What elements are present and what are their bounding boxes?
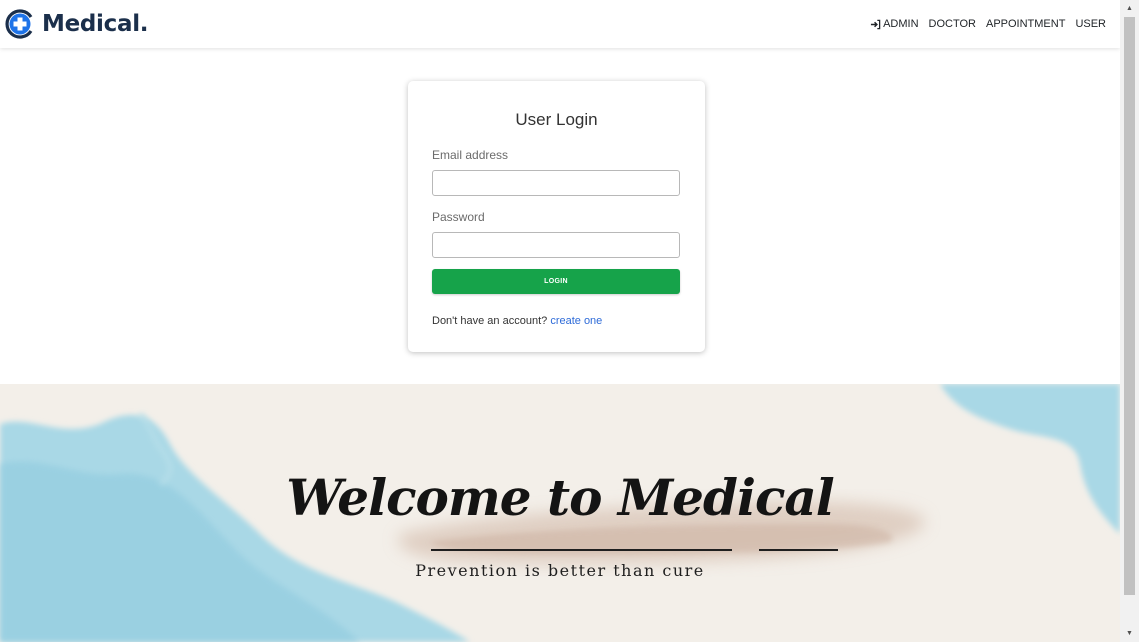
login-card: User Login Email address Password LOGIN … xyxy=(408,81,705,352)
nav-admin-label: ADMIN xyxy=(883,18,919,30)
nav-appointment-link[interactable]: APPOINTMENT xyxy=(986,18,1065,30)
nav-doctor-link[interactable]: DOCTOR xyxy=(929,18,976,30)
signup-prompt-text: Don't have an account? xyxy=(432,315,548,327)
sign-in-icon xyxy=(870,19,881,29)
nav-admin-link[interactable]: ADMIN xyxy=(870,18,919,30)
brand-link[interactable]: Medical. xyxy=(4,9,149,39)
email-label: Email address xyxy=(432,148,509,162)
medical-cross-logo-icon xyxy=(5,9,33,39)
scroll-down-arrow-icon[interactable]: ▼ xyxy=(1120,625,1139,642)
nav-user-label: USER xyxy=(1075,18,1106,30)
hero-divider-right xyxy=(759,549,838,551)
hero-heading: Welcome to Medical xyxy=(286,468,835,527)
brand-name: Medical. xyxy=(42,11,149,37)
nav-user-link[interactable]: USER xyxy=(1075,18,1106,30)
top-navbar: Medical. ADMIN DOCTOR APPOINTMENT USER xyxy=(0,0,1120,48)
scroll-up-arrow-icon[interactable]: ▲ xyxy=(1120,0,1139,17)
create-account-link[interactable]: create one xyxy=(550,315,602,327)
password-input[interactable] xyxy=(432,232,680,258)
login-title: User Login xyxy=(515,110,598,129)
hero-banner: Welcome to Medical Prevention is better … xyxy=(0,384,1120,642)
hero-divider-left xyxy=(431,549,732,551)
vertical-scrollbar[interactable]: ▲ ▼ xyxy=(1120,0,1139,642)
signup-prompt: Don't have an account? create one xyxy=(432,315,681,327)
nav-links: ADMIN DOCTOR APPOINTMENT USER xyxy=(870,18,1106,30)
email-input[interactable] xyxy=(432,170,680,196)
nav-appointment-label: APPOINTMENT xyxy=(985,18,1066,30)
hero-subheading: Prevention is better than cure xyxy=(415,561,705,580)
scrollbar-thumb[interactable] xyxy=(1124,17,1135,595)
password-label: Password xyxy=(432,210,485,224)
login-button[interactable]: LOGIN xyxy=(432,269,680,294)
nav-doctor-label: DOCTOR xyxy=(928,18,976,30)
